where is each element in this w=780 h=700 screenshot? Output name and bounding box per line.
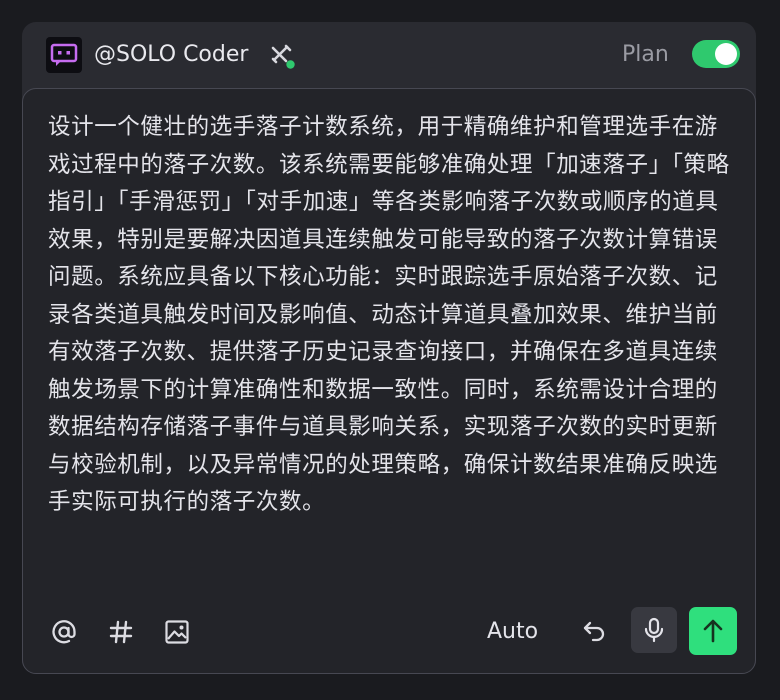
plan-toggle[interactable] [692, 40, 740, 68]
microphone-icon [643, 617, 665, 643]
toggle-knob [715, 43, 737, 65]
terminal-chat-icon [46, 37, 82, 73]
hash-icon[interactable] [106, 617, 136, 647]
prompt-text[interactable]: 设计一个健壮的选手落子计数系统，用于精确维护和管理选手在游戏过程中的落子次数。该… [48, 109, 732, 522]
plan-label: Plan [622, 42, 669, 67]
mode-selector[interactable]: Auto [487, 617, 538, 647]
undo-icon[interactable] [579, 616, 609, 646]
prompt-editor[interactable]: 设计一个健壮的选手落子计数系统，用于精确维护和管理选手在游戏过程中的落子次数。该… [22, 88, 756, 674]
microphone-button[interactable] [631, 607, 677, 653]
agent-name[interactable]: @SOLO Coder [94, 40, 248, 70]
status-dot [286, 60, 295, 69]
chat-input-panel: @SOLO Coder Plan 设计一个健壮的选手落子计数系统，用于精确维护和… [22, 22, 756, 674]
tools-icon [268, 42, 298, 72]
panel-header: @SOLO Coder Plan [22, 22, 756, 88]
send-button[interactable] [689, 607, 737, 655]
send-arrow-icon [701, 618, 725, 644]
image-icon[interactable] [162, 617, 192, 647]
at-icon[interactable] [49, 617, 79, 647]
